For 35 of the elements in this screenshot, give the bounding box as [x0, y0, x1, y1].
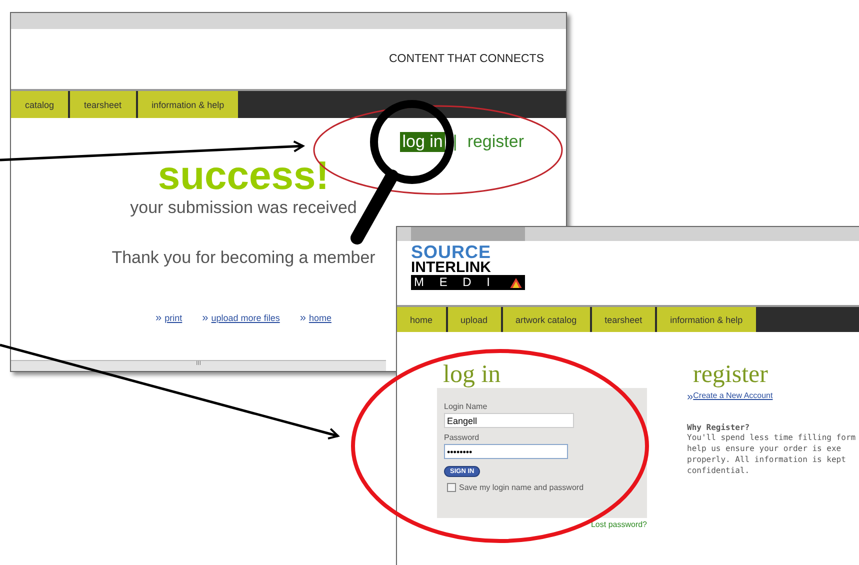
link-marker: » [202, 312, 208, 324]
checkbox-label: Save my login name and password [459, 483, 584, 492]
why-register-text: You'll spend less time filling form help us ensure your order is exe properly. All information is kept confidential. [687, 432, 857, 476]
register-title: register [692, 362, 769, 388]
checkbox[interactable] [447, 483, 456, 492]
why-register-heading: Why Register? [687, 423, 751, 432]
thank-you-text: Thank you for becoming a member [112, 248, 376, 268]
link-marker: » [156, 312, 162, 324]
footer-link[interactable]: print [164, 313, 182, 323]
create-account-link[interactable]: Create a New Account [693, 391, 773, 403]
logo: SOURCE INTERLINK M E D I [411, 245, 525, 290]
login-name-field[interactable]: Eangell [444, 413, 574, 428]
success-heading: success! [158, 154, 330, 198]
submission-text: your submission was received [130, 198, 357, 218]
nav-tab[interactable]: tearsheet [592, 307, 656, 332]
link-marker: » [687, 391, 694, 403]
login-title: log in [442, 362, 502, 388]
nav-tab[interactable]: information & help [657, 307, 756, 332]
lost-password-link[interactable]: Lost password? [590, 520, 647, 529]
link-marker: » [300, 312, 306, 324]
field-label: Login Name [444, 402, 488, 411]
nav-tab[interactable]: home [397, 307, 446, 332]
account-link[interactable]: register [465, 132, 526, 152]
tagline: CONTENT THAT CONNECTS [388, 53, 544, 65]
account-link[interactable]: log in [400, 132, 445, 152]
password-field[interactable]: •••••••• [444, 444, 568, 459]
nav-tab[interactable]: artwork catalog [502, 307, 590, 332]
nav-tab[interactable]: tearsheet [70, 91, 136, 118]
nav-tab[interactable]: upload [448, 307, 501, 332]
footer-link[interactable]: home [308, 313, 332, 323]
separator: | [452, 132, 458, 152]
nav-tab[interactable]: information & help [138, 91, 238, 118]
field-label: Password [444, 433, 480, 442]
nav-tab[interactable]: catalog [11, 91, 68, 118]
footer-link[interactable]: upload more files [211, 313, 280, 323]
